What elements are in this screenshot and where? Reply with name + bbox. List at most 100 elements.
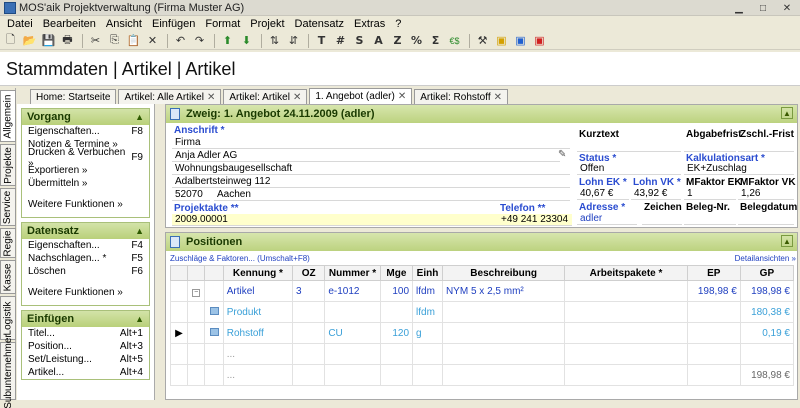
- vtab-kasse[interactable]: Kasse: [0, 260, 16, 294]
- close-button[interactable]: ✕: [776, 1, 798, 15]
- action-uebermitteln[interactable]: Übermitteln »: [22, 177, 149, 190]
- action-position[interactable]: Position... Alt+3: [22, 340, 149, 353]
- vtab-regie[interactable]: Regie: [0, 228, 16, 258]
- cell-arbeitspakete[interactable]: [564, 343, 688, 365]
- collapse-icon[interactable]: ▲: [781, 107, 793, 119]
- tree-cell[interactable]: −: [186, 280, 206, 302]
- anschrift-line-3[interactable]: Wohnungsbaugesellschaft: [172, 163, 570, 175]
- kalkulationsart-field[interactable]: EK+Zuschlag: [684, 163, 794, 175]
- save-icon[interactable]: 💾: [40, 33, 57, 49]
- collapse-icon[interactable]: ▲: [135, 112, 144, 122]
- telefon-field[interactable]: +49 241 23304: [498, 214, 572, 226]
- anschrift-line-2[interactable]: Anja Adler AG: [172, 150, 560, 162]
- section-header[interactable]: Datensatz ▲: [22, 223, 149, 239]
- zuschlaege-link[interactable]: Zuschläge & Faktoren... (Umschalt+F8): [170, 254, 310, 263]
- tab-artikel[interactable]: Artikel: Artikel ✕: [223, 89, 308, 104]
- cut-icon[interactable]: ✂: [87, 33, 104, 49]
- table-row[interactable]: ▶ Rohstoff CU 120 g 0,19 €: [170, 322, 795, 344]
- beleg-nr-field[interactable]: [684, 213, 736, 225]
- percent-icon[interactable]: %: [408, 33, 425, 49]
- undo-icon[interactable]: ↶: [172, 33, 189, 49]
- detailansichten-link[interactable]: Detailansichten »: [735, 254, 796, 263]
- col-nummer[interactable]: Nummer *: [324, 265, 381, 281]
- cell-kennung[interactable]: Rohstoff: [222, 322, 294, 344]
- menu-projekt[interactable]: Projekt: [245, 18, 289, 30]
- cell-kennung[interactable]: ...: [222, 364, 294, 386]
- close-icon[interactable]: ✕: [207, 92, 215, 103]
- cell-oz[interactable]: [292, 343, 326, 365]
- cell-mge[interactable]: [379, 343, 414, 365]
- mfaktor-vk-field[interactable]: 1,26: [738, 188, 794, 200]
- number-format-icon[interactable]: #: [332, 33, 349, 49]
- move-up-icon[interactable]: ⬆: [219, 33, 236, 49]
- cell-beschreibung[interactable]: [441, 301, 566, 323]
- action-set-leistung[interactable]: Set/Leistung... Alt+5: [22, 353, 149, 366]
- lohn-ek-field[interactable]: 40,67 €: [577, 188, 629, 200]
- cell-mge[interactable]: 100: [379, 280, 414, 302]
- section-header[interactable]: Vorgang ▲: [22, 109, 149, 125]
- cell-kennung[interactable]: Artikel: [222, 280, 294, 302]
- open-icon[interactable]: 📂: [21, 33, 38, 49]
- vtab-subunternehmer[interactable]: Subunternehmer: [0, 334, 16, 408]
- cell-nummer[interactable]: e-1012: [324, 280, 381, 302]
- action-drucken[interactable]: Drucken & Verbuchen » F9: [22, 147, 149, 169]
- tab-home[interactable]: Home: Startseite: [30, 89, 117, 104]
- zeichen-field[interactable]: [642, 213, 682, 225]
- action-nachschlagen[interactable]: Nachschlagen... * F5: [22, 252, 149, 265]
- redo-icon[interactable]: ↷: [191, 33, 208, 49]
- cell-arbeitspakete[interactable]: [564, 301, 688, 323]
- kurztext-field[interactable]: [577, 140, 681, 152]
- maximize-button[interactable]: □: [752, 1, 774, 15]
- sort-asc-icon[interactable]: ⇅: [266, 33, 283, 49]
- cell-kennung[interactable]: Produkt: [222, 301, 294, 323]
- cell-nummer[interactable]: CU: [324, 322, 381, 344]
- row-selector[interactable]: [170, 280, 188, 302]
- row-selector[interactable]: [170, 301, 188, 323]
- a-format-icon[interactable]: A: [370, 33, 387, 49]
- abgabefrist-field[interactable]: [684, 140, 736, 152]
- minimize-button[interactable]: ▁: [728, 1, 750, 15]
- tab-rohstoff[interactable]: Artikel: Rohstoff ✕: [414, 89, 509, 104]
- col-kennung[interactable]: Kennung *: [222, 265, 294, 281]
- sum-icon[interactable]: Σ: [427, 33, 444, 49]
- projektakte-field[interactable]: 2009.00001: [172, 214, 498, 226]
- table-row[interactable]: Produkt lfdm 180,38 €: [170, 301, 795, 323]
- cell-oz[interactable]: [292, 301, 326, 323]
- menu-extras[interactable]: Extras: [349, 18, 390, 30]
- menu-help[interactable]: ?: [390, 18, 406, 30]
- vtab-allgemein[interactable]: Allgemein: [0, 90, 16, 142]
- copy-icon[interactable]: ⎘: [106, 33, 123, 49]
- cell-nummer[interactable]: [324, 343, 381, 365]
- cell-gp[interactable]: 198,98 €: [739, 364, 795, 386]
- action-eigenschaften[interactable]: Eigenschaften... F4: [22, 239, 149, 252]
- col-beschreibung[interactable]: Beschreibung: [441, 265, 566, 281]
- status-field[interactable]: Offen: [577, 163, 681, 175]
- close-icon[interactable]: ✕: [293, 92, 301, 103]
- cell-gp[interactable]: 198,98 €: [739, 280, 795, 302]
- cell-mge[interactable]: 120: [379, 322, 414, 344]
- belegdatum-field[interactable]: [738, 213, 794, 225]
- print-icon[interactable]: 🖶: [59, 33, 76, 49]
- row-selector[interactable]: [170, 364, 188, 386]
- col-arbeitspakete[interactable]: Arbeitspakete *: [564, 265, 688, 281]
- move-down-icon[interactable]: ⬇: [238, 33, 255, 49]
- paste-icon[interactable]: 📋: [125, 33, 142, 49]
- vtab-service[interactable]: Service: [0, 188, 16, 226]
- cell-einh[interactable]: [412, 364, 443, 386]
- table-row[interactable]: ... 198,98 €: [170, 364, 795, 386]
- anschrift-line-1[interactable]: Firma: [172, 137, 570, 149]
- cell-einh[interactable]: [412, 343, 443, 365]
- cell-beschreibung[interactable]: NYM 5 x 2,5 mm²: [441, 280, 566, 302]
- tab-angebot[interactable]: 1. Angebot (adler) ✕: [309, 88, 413, 104]
- tools-icon[interactable]: ⚒: [474, 33, 491, 49]
- cell-beschreibung[interactable]: [441, 364, 566, 386]
- cell-ep[interactable]: [686, 364, 741, 386]
- menu-datei[interactable]: Datei: [2, 18, 38, 30]
- collapse-icon[interactable]: ▲: [135, 226, 144, 236]
- vtab-projekte[interactable]: Projekte: [0, 144, 16, 186]
- cell-arbeitspakete[interactable]: [564, 364, 688, 386]
- collapse-node-icon[interactable]: −: [192, 288, 201, 297]
- plz-field[interactable]: 52070: [172, 189, 210, 201]
- ort-field[interactable]: Aachen: [214, 189, 570, 201]
- cell-oz[interactable]: 3: [292, 280, 326, 302]
